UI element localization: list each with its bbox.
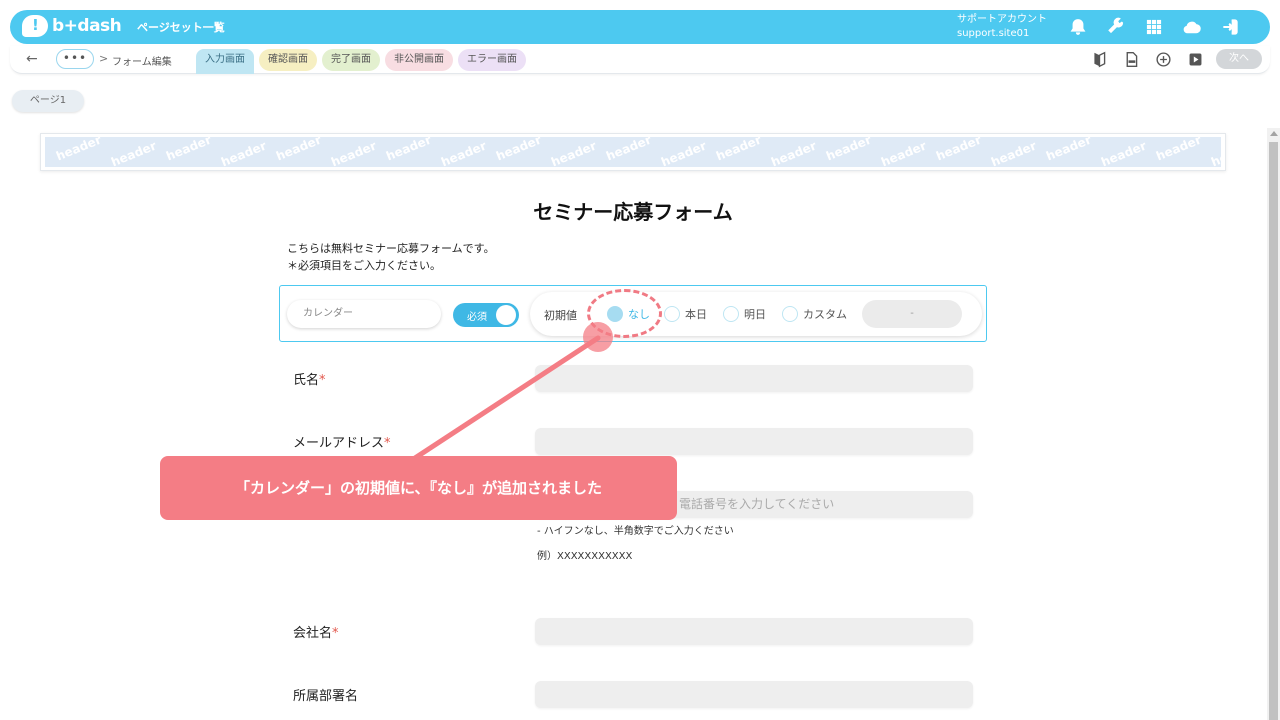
radio-dot-icon — [664, 306, 680, 322]
breadcrumb: フォーム編集 — [112, 57, 172, 68]
tab-input-screen[interactable]: 入力画面 — [196, 49, 254, 74]
radio-custom-label: カスタム — [803, 308, 847, 321]
radio-tomorrow[interactable]: 明日 — [723, 306, 766, 322]
radio-custom[interactable]: カスタム — [782, 306, 847, 322]
editor-toolbar: ← ••• > フォーム編集 入力画面 確認画面 完了画面 非公開画面 エラー画… — [10, 46, 1270, 74]
tab-error-screen[interactable]: エラー画面 — [458, 49, 526, 71]
header-watermark-text: header — [54, 137, 104, 164]
name-label-text: 氏名 — [293, 373, 320, 388]
header-watermark-text: header — [329, 138, 379, 167]
page-tab-1[interactable]: ページ1 — [12, 90, 84, 112]
breadcrumb-separator: > — [99, 52, 109, 65]
header-watermark-text: header — [769, 138, 819, 167]
phone-hint-2: 例）XXXXXXXXXXX — [537, 551, 633, 562]
department-input[interactable] — [535, 681, 973, 708]
department-label-text: 所属部署名 — [293, 689, 359, 704]
add-circle-icon[interactable] — [1154, 50, 1172, 68]
logo-mark-icon — [22, 15, 48, 37]
phone-hint-1: - ハイフンなし、半角数字でご入力ください — [537, 526, 734, 537]
header-icons — [1066, 15, 1242, 39]
header-watermark-text: header — [1209, 138, 1221, 167]
page-set-list-link[interactable]: ページセット一覧 — [137, 19, 225, 35]
beginner-mark-icon[interactable] — [1090, 50, 1108, 68]
header-watermark-text: header — [439, 138, 489, 167]
more-menu-button[interactable]: ••• — [56, 49, 94, 69]
header-placeholder-banner: header header header header header header head… — [45, 137, 1221, 167]
tab-private-screen[interactable]: 非公開画面 — [385, 49, 453, 71]
header-watermark-text: header — [384, 137, 434, 164]
calendar-name-input[interactable]: カレンダー — [287, 300, 441, 328]
toggle-knob — [496, 305, 516, 325]
form-title: セミナー応募フォーム — [533, 200, 733, 224]
email-input[interactable] — [535, 428, 973, 455]
required-mark: * — [384, 436, 391, 451]
account-name: サポートアカウント — [957, 14, 1047, 25]
required-toggle[interactable]: 必須 — [453, 303, 519, 327]
logout-icon[interactable] — [1218, 15, 1242, 39]
bdash-logo[interactable]: b+dash — [22, 15, 122, 39]
html-file-icon[interactable] — [1122, 50, 1140, 68]
email-label-text: メールアドレス — [293, 436, 385, 451]
radio-today-label: 本日 — [685, 308, 707, 321]
vertical-scrollbar[interactable] — [1267, 128, 1280, 720]
header-watermark-text: header — [109, 138, 159, 167]
header-watermark-text: header — [494, 137, 544, 164]
radio-tomorrow-label: 明日 — [744, 308, 766, 321]
header-watermark-text: header — [824, 137, 874, 164]
app-header: b+dash ページセット一覧 サポートアカウント support.site01 — [10, 10, 1270, 44]
tab-confirm-screen[interactable]: 確認画面 — [259, 49, 317, 71]
name-label: 氏名* — [293, 369, 326, 388]
radio-today[interactable]: 本日 — [664, 306, 707, 322]
header-watermark-text: header — [659, 138, 709, 167]
required-mark: * — [332, 626, 339, 641]
radio-dot-icon — [782, 306, 798, 322]
header-section[interactable]: header header header header header header head… — [40, 133, 1226, 171]
wrench-icon[interactable] — [1104, 15, 1128, 39]
custom-date-field[interactable]: - — [862, 300, 962, 328]
apps-grid-icon[interactable] — [1142, 15, 1166, 39]
logo-text: b+dash — [52, 16, 122, 36]
play-icon[interactable] — [1186, 50, 1204, 68]
header-watermark-text: header — [934, 137, 984, 164]
next-button[interactable]: 次へ — [1216, 49, 1262, 69]
company-label: 会社名* — [293, 622, 339, 641]
company-input[interactable] — [535, 618, 973, 645]
header-watermark-text: header — [1099, 138, 1149, 167]
scroll-thumb[interactable] — [1269, 142, 1278, 720]
account-site: support.site01 — [957, 28, 1030, 39]
header-watermark-text: header — [219, 138, 269, 167]
name-input[interactable] — [535, 365, 973, 392]
initial-value-label: 初期値 — [544, 309, 577, 322]
intro-line-2: ＊必須項目をご入力ください。 — [287, 259, 441, 272]
header-watermark-text: header — [714, 137, 764, 164]
tab-complete-screen[interactable]: 完了画面 — [322, 49, 380, 71]
company-label-text: 会社名 — [293, 626, 333, 641]
header-watermark-text: header — [604, 137, 654, 164]
screen-tabs: 入力画面 確認画面 完了画面 非公開画面 エラー画面 — [196, 49, 526, 74]
radio-dot-icon — [723, 306, 739, 322]
header-watermark-text: header — [1154, 137, 1204, 164]
form-intro: こちらは無料セミナー応募フォームです。 ＊必須項目をご入力ください。 — [287, 240, 495, 274]
required-mark: * — [319, 373, 326, 388]
back-arrow-icon[interactable]: ← — [26, 51, 38, 67]
highlight-ring — [587, 289, 662, 338]
department-label: 所属部署名 — [293, 685, 358, 704]
header-watermark-text: header — [274, 137, 324, 164]
header-watermark-text: header — [1044, 137, 1094, 164]
cloud-chat-icon[interactable] — [1180, 15, 1204, 39]
annotation-callout: 「カレンダー」の初期値に、『なし』が追加されました — [160, 456, 677, 520]
header-watermark-text: header — [549, 138, 599, 167]
required-toggle-label: 必須 — [467, 312, 487, 323]
scroll-up-arrow-icon[interactable] — [1270, 131, 1278, 136]
toolbar-icons — [1090, 50, 1204, 68]
email-label: メールアドレス* — [293, 432, 391, 451]
header-watermark-text: header — [879, 138, 929, 167]
intro-line-1: こちらは無料セミナー応募フォームです。 — [287, 242, 495, 255]
bell-icon[interactable] — [1066, 15, 1090, 39]
account-info[interactable]: サポートアカウント support.site01 — [957, 13, 1047, 41]
annotation-pointer — [412, 322, 613, 461]
header-watermark-text: header — [989, 138, 1039, 167]
header-watermark-text: header — [164, 137, 214, 164]
